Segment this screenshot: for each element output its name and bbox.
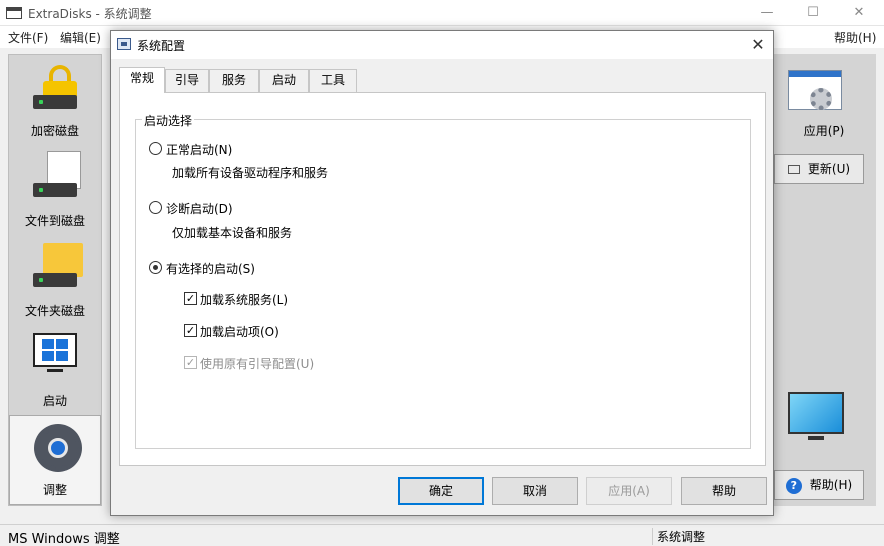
nav-item-label: 文件夹磁盘 [24,304,85,318]
close-window-button[interactable]: ✕ [836,0,882,26]
help-icon: ? [785,477,802,494]
apply-action[interactable]: 应用(P) [774,54,874,144]
tab-startup[interactable]: 启动 [259,69,309,92]
diagnostic-startup-desc: 仅加载基本设备和服务 [172,226,293,240]
load-startup-items-label[interactable]: 加载启动项(O) [200,323,279,340]
nav-item-encrypted-disk[interactable]: 加密磁盘 [9,55,101,145]
normal-startup-radio[interactable] [149,142,162,155]
nav-item-label: 调整 [42,483,67,497]
nav-item-tweak[interactable]: 调整 [9,415,101,505]
status-left-text: MS Windows 调整 [8,532,120,546]
folder-drive-icon [43,243,83,277]
tab-boot[interactable]: 引导 [165,69,209,92]
minimize-button[interactable]: — [744,0,790,26]
system-config-dialog: 系统配置 ✕ 常规 引导 服务 启动 工具 启动选择 正常启动(N) 加载所有设… [110,30,774,516]
nav-item-label: 加密磁盘 [30,124,79,138]
tab-tools[interactable]: 工具 [309,69,357,92]
maximize-button[interactable]: ☐ [790,0,836,26]
desktop-monitor-icon [788,392,844,434]
main-window-title: ExtraDisks - 系统调整 [28,7,152,21]
status-right-text: 系统调整 [652,528,705,545]
refresh-label: 更新(U) [807,162,851,176]
general-tab-panel: 启动选择 正常启动(N) 加载所有设备驱动程序和服务 诊断启动(D) 仅加载基本… [119,92,766,466]
apply-label: 应用(P) [803,124,845,138]
main-title-bar: ExtraDisks - 系统调整 — ☐ ✕ [0,0,884,26]
menu-file[interactable]: 文件(F) [8,29,48,46]
dialog-title-bar: 系统配置 ✕ [111,31,773,59]
load-services-label[interactable]: 加载系统服务(L) [200,291,288,308]
use-original-boot-label: 使用原有引导配置(U) [200,357,315,371]
windows-logo-icon [42,339,68,361]
normal-startup-desc: 加载所有设备驱动程序和服务 [172,166,329,180]
menu-help[interactable]: 帮助(H) [834,29,876,46]
nav-item-file-to-disk[interactable]: 文件到磁盘 [9,145,101,235]
help-button[interactable]: 帮助 [681,477,767,505]
diagnostic-startup-label[interactable]: 诊断启动(D) [166,200,233,217]
nav-item-label: 文件到磁盘 [24,214,85,228]
selective-startup-label[interactable]: 有选择的启动(S) [166,260,255,277]
help-label: 帮助(H) [809,478,853,492]
app-icon [6,7,22,19]
ok-button[interactable]: 确定 [398,477,484,505]
help-button-right[interactable]: ? 帮助(H) [774,470,864,500]
dialog-close-button[interactable]: ✕ [743,31,773,59]
load-startup-items-checkbox[interactable]: ✓ [184,324,197,337]
nav-item-boot[interactable]: 启动 [9,325,101,415]
group-label: 启动选择 [142,112,195,129]
cancel-button[interactable]: 取消 [492,477,578,505]
left-nav-panel: 加密磁盘 文件到磁盘 文件夹磁盘 启动 调整 [8,54,102,506]
system-config-icon [117,38,131,50]
nav-item-folder-disk[interactable]: 文件夹磁盘 [9,235,101,325]
settings-gear-icon [810,88,832,110]
use-original-boot-checkbox: ✓ [184,356,197,369]
tab-services[interactable]: 服务 [209,69,259,92]
selective-startup-radio[interactable] [149,261,162,274]
tab-general[interactable]: 常规 [119,67,165,93]
menu-edit[interactable]: 编辑(E) [60,29,101,46]
nav-item-label: 启动 [42,394,67,408]
screen-icon [787,165,800,174]
right-action-panel: 应用(P) 更新(U) ? 帮助(H) [774,54,876,506]
diagnostic-startup-radio[interactable] [149,201,162,214]
status-bar: MS Windows 调整 系统调整 [0,524,884,546]
dialog-title: 系统配置 [137,39,186,53]
apply-button: 应用(A) [586,477,672,505]
refresh-button[interactable]: 更新(U) [774,154,864,184]
startup-selection-group: 启动选择 正常启动(N) 加载所有设备驱动程序和服务 诊断启动(D) 仅加载基本… [135,112,751,449]
normal-startup-label[interactable]: 正常启动(N) [166,141,232,158]
load-services-checkbox[interactable]: ✓ [184,292,197,305]
